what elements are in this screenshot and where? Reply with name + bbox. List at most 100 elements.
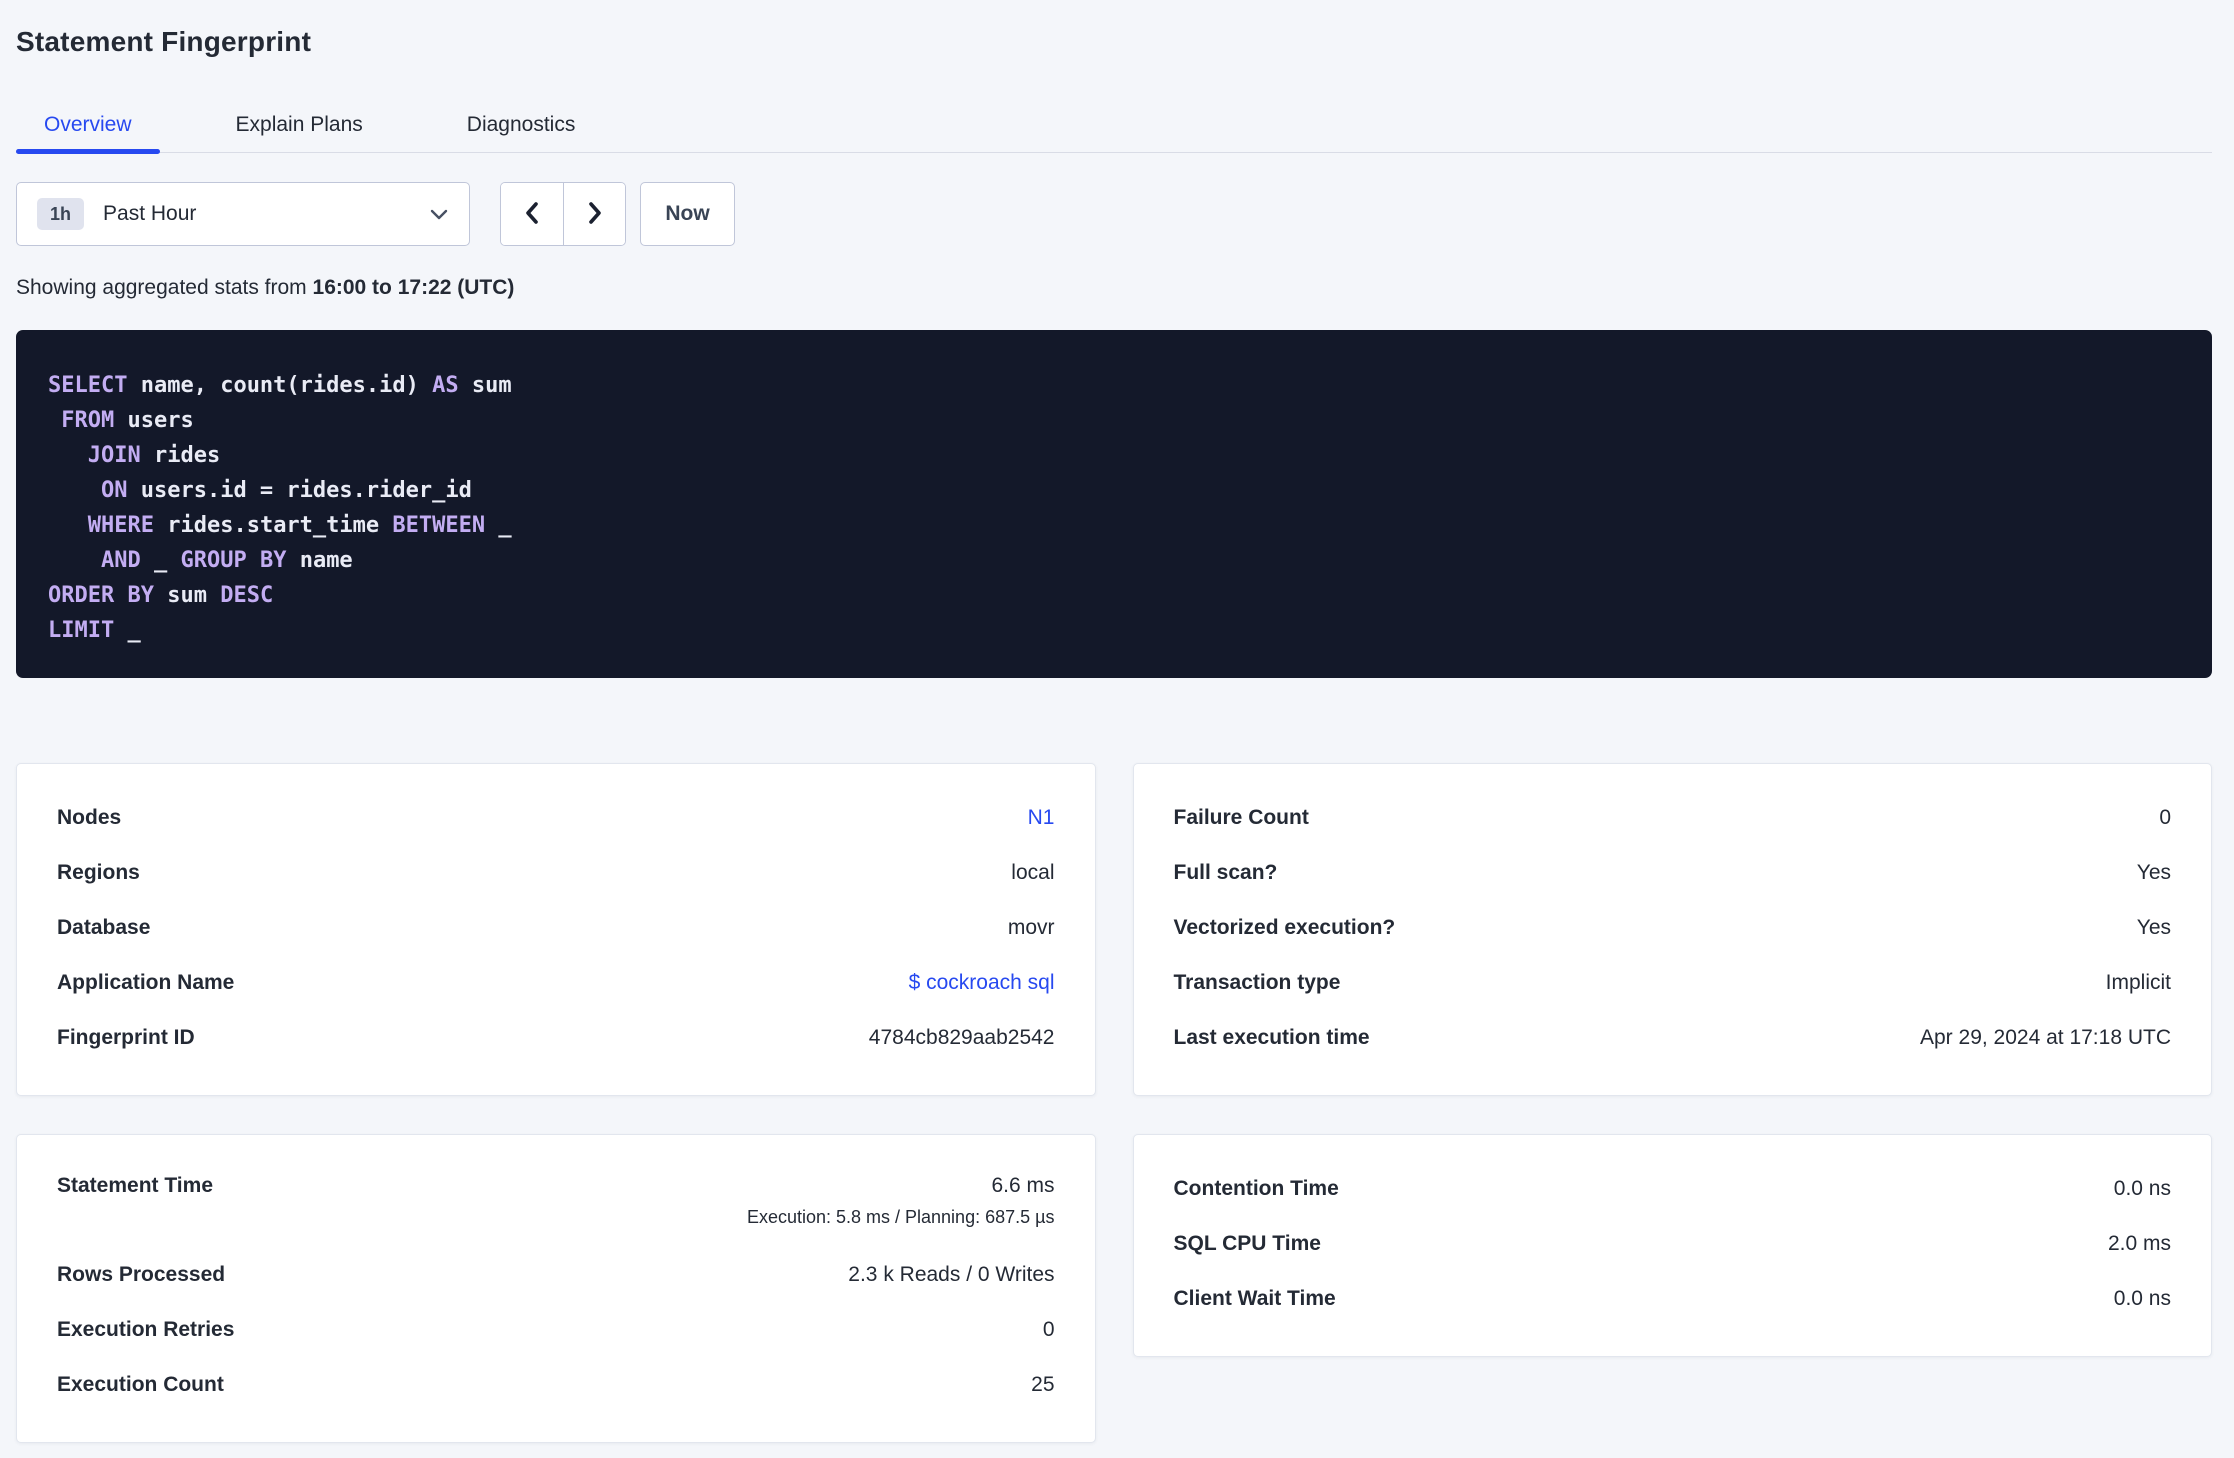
sql-line: SELECT name, count(rides.id) AS sum: [48, 368, 2180, 403]
sql-text: _: [114, 618, 141, 643]
sql-text: rides: [140, 443, 221, 468]
card-row: Client Wait Time 0.0 ns: [1174, 1271, 2172, 1326]
row-value: 4784cb829aab2542: [868, 1025, 1055, 1049]
sql-line: FROM users: [48, 403, 2180, 438]
tab-diagnostics[interactable]: Diagnostics: [439, 98, 604, 152]
card-row: Vectorized execution? Yes: [1174, 900, 2172, 955]
statement-stats-card: Statement Time 6.6 ms Execution: 5.8 ms / …: [16, 1134, 1096, 1443]
card-row: SQL CPU Time 2.0 ms: [1174, 1216, 2172, 1271]
card-row: Rows Processed 2.3 k Reads / 0 Writes: [57, 1247, 1055, 1302]
row-label: SQL CPU Time: [1173, 1231, 1321, 1255]
sql-text: sum: [153, 583, 221, 608]
execution-attributes-card: Failure Count 0 Full scan? Yes Vectorized ex…: [1132, 763, 2212, 1096]
row-label: Contention Time: [1173, 1176, 1339, 1200]
sql-line: ORDER BY sum DESC: [48, 578, 2180, 613]
card-row: Nodes N1: [57, 790, 1055, 845]
row-label: Vectorized execution?: [1173, 915, 1396, 939]
row-value-wrap: 0.0 ns: [2114, 1177, 2171, 1201]
sql-statement-box: SELECT name, count(rides.id) AS sum FROM…: [16, 330, 2212, 678]
row-value: 2.0 ms: [2107, 1231, 2171, 1255]
row-label: Execution Retries: [57, 1317, 235, 1341]
sql-line: AND _ GROUP BY name: [48, 543, 2180, 578]
row-subvalue: Execution: 5.8 ms / Planning: 687.5 µs: [746, 1207, 1055, 1227]
row-value: 0: [2159, 805, 2171, 829]
row-value-link[interactable]: $ cockroach sql: [909, 971, 1055, 995]
sql-keyword: GROUP BY: [180, 548, 287, 573]
row-value: 25: [1031, 1372, 1055, 1396]
chevron-left-icon: [521, 200, 543, 229]
row-label: Nodes: [57, 805, 122, 829]
row-value: Yes: [2136, 860, 2171, 884]
now-button[interactable]: Now: [640, 182, 735, 246]
card-row: Contention Time 0.0 ns: [1174, 1161, 2172, 1216]
row-label: Application Name: [57, 970, 235, 994]
sql-keyword: ORDER BY: [48, 583, 154, 608]
sql-line: JOIN rides: [48, 438, 2180, 473]
cards-grid: Nodes N1 Regions local Database movr Applicati…: [16, 763, 2212, 1443]
row-value: Yes: [2136, 915, 2171, 939]
row-label: Regions: [57, 860, 140, 884]
row-label: Failure Count: [1173, 805, 1309, 829]
sql-keyword: SELECT: [48, 373, 128, 398]
sql-keyword: AS: [432, 373, 459, 398]
tab-bar: Overview Explain Plans Diagnostics: [16, 98, 2212, 154]
row-label: Last execution time: [1173, 1025, 1370, 1049]
sql-text: _: [140, 548, 181, 573]
sql-text: users: [114, 408, 194, 433]
row-label: Rows Processed: [57, 1262, 226, 1286]
row-value: 0.0 ns: [2113, 1286, 2171, 1310]
card-row: Statement Time 6.6 ms Execution: 5.8 ms / …: [57, 1161, 1055, 1247]
card-row: Database movr: [57, 900, 1055, 955]
time-step-group: [500, 182, 626, 246]
row-value-wrap: 0: [2159, 806, 2171, 830]
next-time-button[interactable]: [563, 183, 625, 245]
sql-keyword: DESC: [220, 583, 274, 608]
row-value-wrap: N1: [1028, 806, 1055, 830]
aggregation-summary: Showing aggregated stats from 16:00 to 1…: [16, 276, 2212, 300]
row-value-wrap: Implicit: [2106, 971, 2171, 995]
card-row: Fingerprint ID 4784cb829aab2542: [57, 1010, 1055, 1065]
chevron-right-icon: [584, 200, 606, 229]
tab-overview[interactable]: Overview: [16, 98, 160, 154]
sql-text: name, count(rides.id): [127, 373, 433, 398]
time-range-label: Past Hour: [103, 202, 197, 225]
row-value-wrap: Yes: [2137, 861, 2171, 885]
card-row: Failure Count 0: [1174, 790, 2172, 845]
row-value-link[interactable]: N1: [1028, 806, 1055, 830]
time-range-dropdown[interactable]: 1h Past Hour: [16, 182, 470, 246]
card-row: Last execution time Apr 29, 2024 at 17:18…: [1174, 1010, 2172, 1065]
tab-explain-plans[interactable]: Explain Plans: [208, 98, 391, 152]
sql-line: ON users.id = rides.rider_id: [48, 473, 2180, 508]
row-value-wrap: 6.6 ms Execution: 5.8 ms / Planning: 687.…: [747, 1174, 1055, 1228]
sql-keyword: LIMIT: [48, 618, 115, 643]
row-value: 0.0 ns: [2113, 1176, 2171, 1200]
row-label: Transaction type: [1173, 970, 1341, 994]
row-value: movr: [1007, 915, 1055, 939]
sql-text: users.id = rides.rider_id: [127, 478, 472, 503]
row-value: Apr 29, 2024 at 17:18 UTC: [1920, 1025, 2171, 1049]
card-row: Transaction type Implicit: [1174, 955, 2172, 1010]
row-value-wrap: movr: [1008, 916, 1055, 940]
chevron-down-icon: [429, 207, 449, 221]
row-value-wrap: 0: [1043, 1318, 1055, 1342]
card-row: Regions local: [57, 845, 1055, 900]
card-row: Execution Retries 0: [57, 1302, 1055, 1357]
row-value-wrap: local: [1011, 861, 1054, 885]
prev-time-button[interactable]: [501, 183, 563, 245]
page-title: Statement Fingerprint: [16, 26, 312, 57]
row-value-wrap: 2.3 k Reads / 0 Writes: [848, 1263, 1054, 1287]
row-value-wrap: $ cockroach sql: [909, 971, 1055, 995]
time-controls: 1h Past Hour Now: [16, 182, 2212, 246]
row-label: Full scan?: [1173, 860, 1278, 884]
time-range-badge: 1h: [37, 198, 85, 230]
row-value: 2.3 k Reads / 0 Writes: [848, 1262, 1055, 1286]
row-value-wrap: 25: [1031, 1373, 1054, 1397]
sql-keyword: BETWEEN: [392, 513, 486, 538]
statement-fingerprint-page: Statement Fingerprint Overview Explain Pl…: [0, 0, 2234, 1455]
card-row: Full scan? Yes: [1174, 845, 2172, 900]
